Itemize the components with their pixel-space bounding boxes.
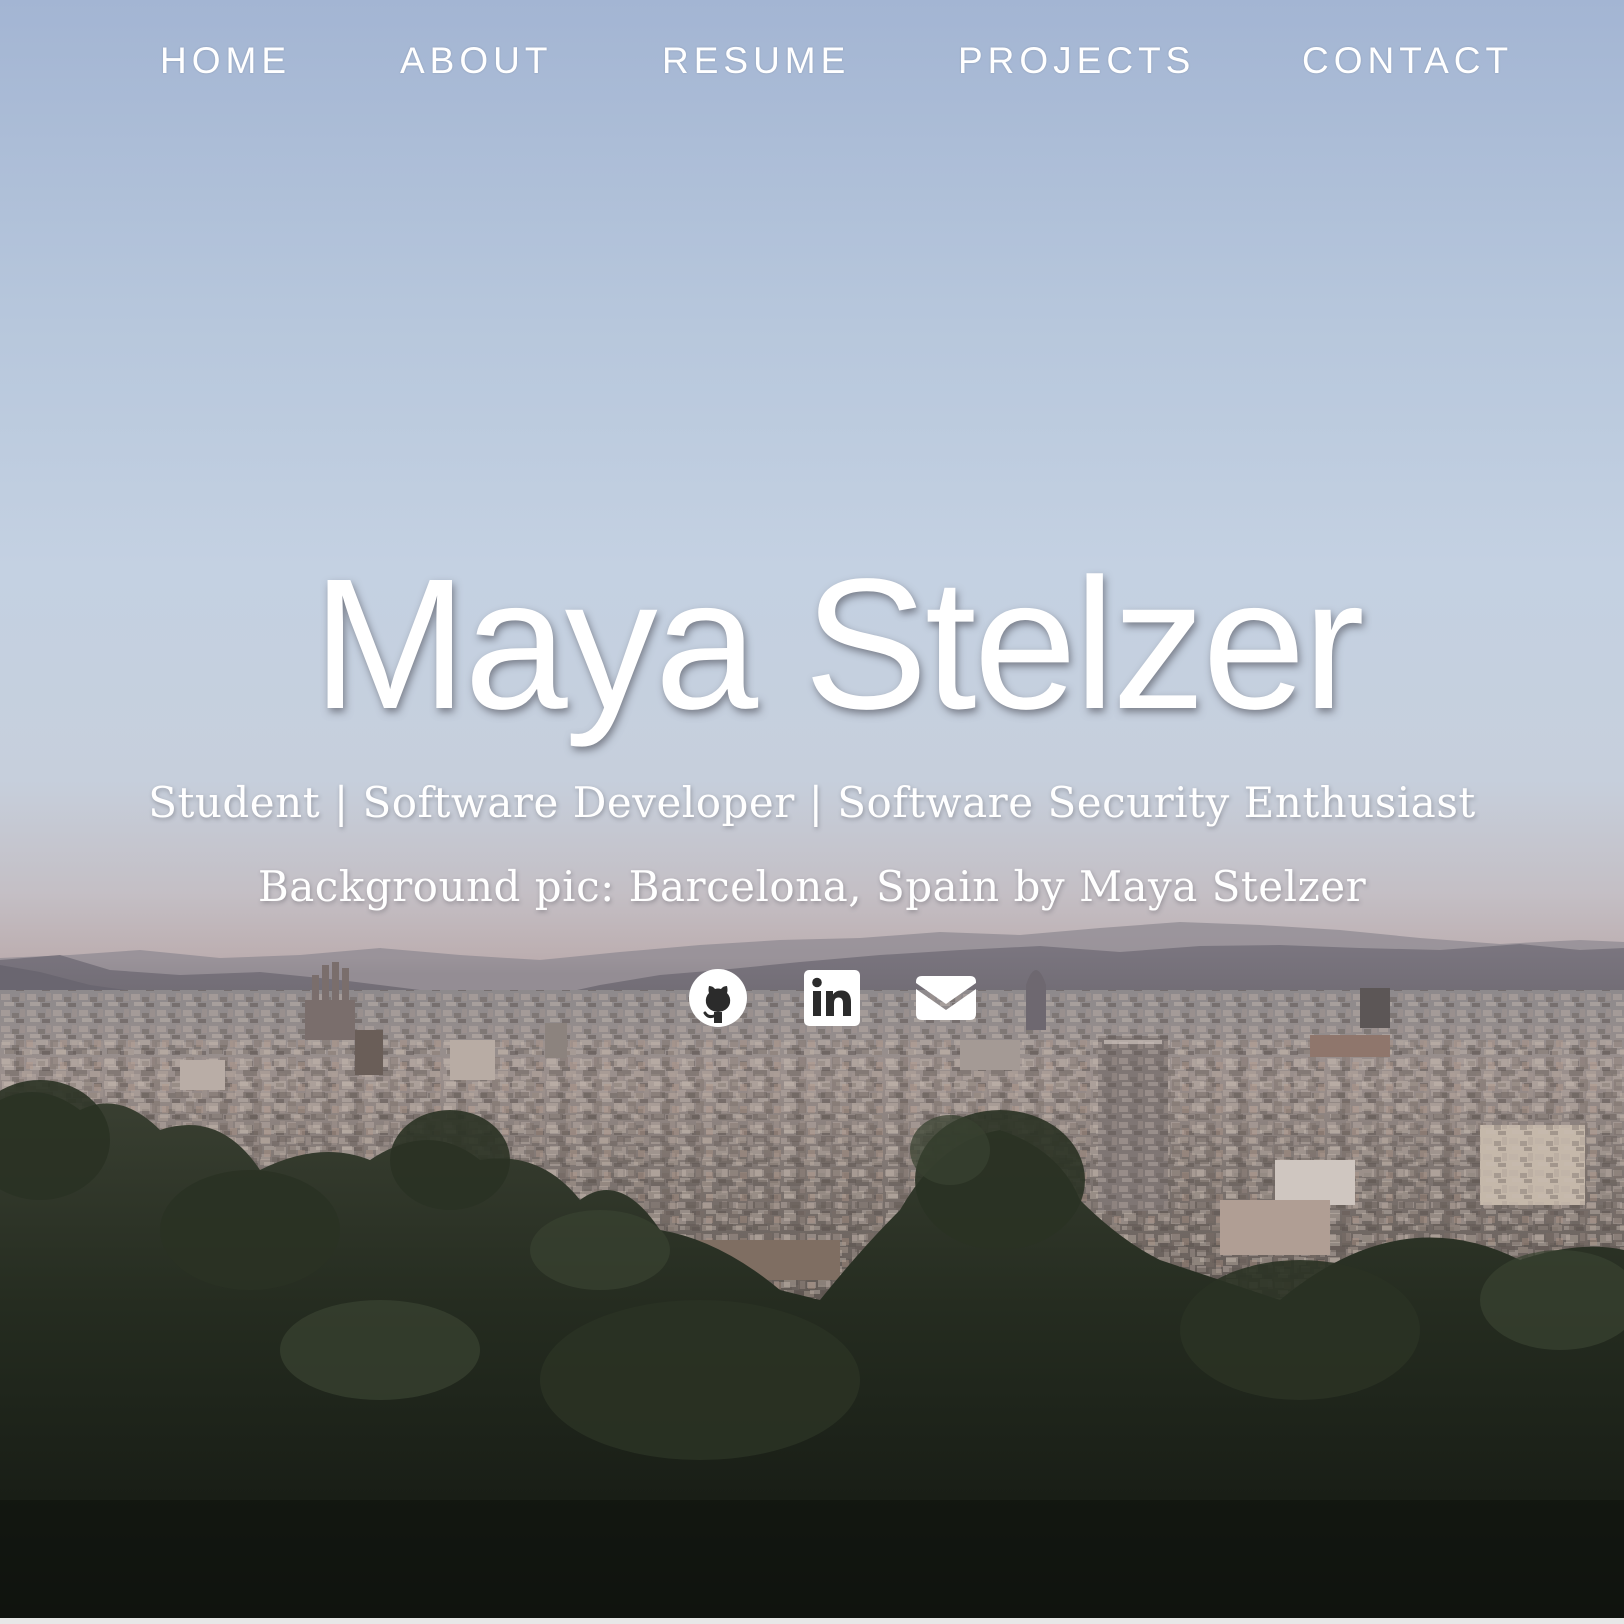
main-nav: HOME ABOUT RESUME PROJECTS CONTACT [0,40,1624,90]
email-link[interactable] [914,966,978,1030]
hero-name: Maya Stelzer [312,541,1364,748]
github-link[interactable] [686,966,750,1030]
nav-link-projects[interactable]: PROJECTS [958,40,1195,82]
linkedin-icon [804,970,860,1026]
background-credit: Background pic: Barcelona, Spain by Maya… [257,862,1367,911]
linkedin-link[interactable] [800,966,864,1030]
nav-link-home[interactable]: HOME [160,40,291,82]
hero-section: HOME ABOUT RESUME PROJECTS CONTACT Maya … [0,0,1624,1624]
hero-tagline: Student | Software Developer | Software … [148,778,1476,827]
github-icon [689,969,747,1027]
nav-link-contact[interactable]: CONTACT [1302,40,1513,82]
email-icon [916,976,976,1020]
social-links [0,966,1624,1036]
nav-link-about[interactable]: ABOUT [400,40,552,82]
nav-link-resume[interactable]: RESUME [662,40,850,82]
